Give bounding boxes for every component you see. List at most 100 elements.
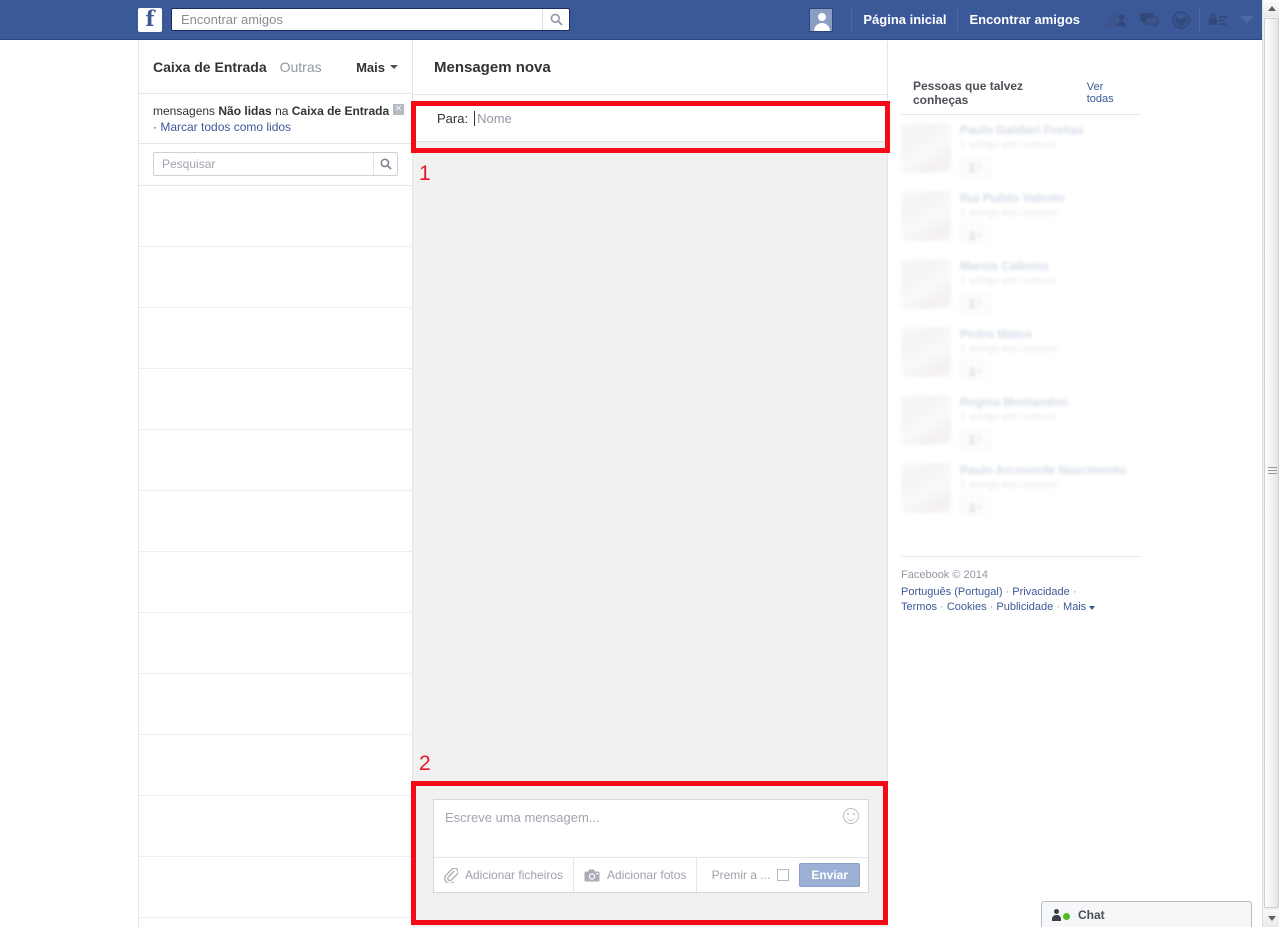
pymk-item[interactable]: Paulo Arcoverde Nascimento 1 amigo em com… xyxy=(901,455,1151,523)
pymk-item[interactable]: Pedro Matos 1 amigo em comum xyxy=(901,319,1151,387)
search-icon[interactable] xyxy=(542,9,569,30)
add-friend-button[interactable] xyxy=(960,157,990,177)
press-enter-to-send[interactable]: Premir a ... Enviar xyxy=(702,858,868,892)
message-composer[interactable]: Escreve uma mensagem... Adicionar fichei… xyxy=(433,799,869,893)
scroll-up-arrow-icon[interactable] xyxy=(1263,0,1279,17)
inbox-tabs: Caixa de Entrada Outras Mais xyxy=(139,41,412,94)
thread-list-item[interactable] xyxy=(139,247,412,308)
global-search[interactable] xyxy=(171,8,570,31)
message-input-placeholder: Escreve uma mensagem... xyxy=(445,810,600,825)
avatar xyxy=(809,7,834,32)
add-friend-icon xyxy=(968,366,982,376)
privacy-shortcuts-icon[interactable] xyxy=(1202,7,1234,33)
compose-header: Mensagem nova xyxy=(413,41,887,95)
thread-list-item[interactable] xyxy=(139,369,412,430)
pymk-item[interactable]: Marcia Caliento 1 amigo em comum xyxy=(901,251,1151,319)
thread-list[interactable] xyxy=(139,186,412,918)
footer-link-more[interactable]: Mais xyxy=(1063,601,1086,613)
footer-link-privacy[interactable]: Privacidade xyxy=(1012,586,1069,598)
window-scrollbar[interactable] xyxy=(1262,0,1279,927)
facebook-logo[interactable]: f xyxy=(138,7,162,32)
recipient-row[interactable]: Para: Nome xyxy=(413,95,887,142)
add-friend-button[interactable] xyxy=(960,293,990,313)
thread-list-item[interactable] xyxy=(139,430,412,491)
add-friend-button[interactable] xyxy=(960,429,990,449)
notifications-globe-icon[interactable] xyxy=(1165,7,1197,33)
thread-list-item[interactable] xyxy=(139,674,412,735)
smiley-icon[interactable] xyxy=(843,808,859,824)
banner-prefix: mensagens xyxy=(153,104,219,118)
footer-link-cookies[interactable]: Cookies xyxy=(947,601,987,613)
paperclip-icon xyxy=(444,867,458,883)
annotation-marker-2: 2 xyxy=(419,752,431,775)
thread-list-item[interactable] xyxy=(139,552,412,613)
scroll-down-arrow-icon[interactable] xyxy=(1263,910,1279,927)
scrollbar-thumb[interactable] xyxy=(1264,18,1279,908)
right-sidebar: Pessoas que talvez conheças Ver todas Pa… xyxy=(889,41,1262,927)
thread-list-item[interactable] xyxy=(139,308,412,369)
pymk-meta: Paulo Galdieri Freitas 1 amigo em comum xyxy=(960,123,1083,177)
pymk-meta: Rui Pulido Valente 1 amigo em comum xyxy=(960,191,1065,245)
pymk-name[interactable]: Pedro Matos xyxy=(960,327,1057,342)
chat-bar[interactable]: Chat xyxy=(1041,901,1252,927)
thread-list-item[interactable] xyxy=(139,491,412,552)
camera-icon xyxy=(584,869,600,882)
pymk-name[interactable]: Regina Montandon xyxy=(960,395,1068,410)
add-friend-icon xyxy=(968,298,982,308)
thread-list-item[interactable] xyxy=(139,796,412,857)
pymk-mutual-friends: 1 amigo em comum xyxy=(960,343,1057,355)
add-files-button[interactable]: Adicionar ficheiros xyxy=(434,858,575,892)
account-menu-caret-icon[interactable] xyxy=(1240,16,1254,23)
friend-requests-icon[interactable] xyxy=(1101,7,1133,33)
send-button[interactable]: Enviar xyxy=(799,863,860,887)
search-icon[interactable] xyxy=(373,153,397,175)
site-footer: Facebook © 2014 Português (Portugal) · P… xyxy=(901,556,1141,615)
avatar xyxy=(901,327,951,377)
messages-search[interactable] xyxy=(153,152,398,176)
thread-list-item[interactable] xyxy=(139,186,412,247)
pymk-name[interactable]: Paulo Arcoverde Nascimento xyxy=(960,463,1126,478)
thread-list-item[interactable] xyxy=(139,857,412,918)
press-enter-checkbox[interactable] xyxy=(777,869,790,881)
footer-link-terms[interactable]: Termos xyxy=(901,601,937,613)
pymk-name[interactable]: Paulo Galdieri Freitas xyxy=(960,123,1083,138)
search-input[interactable] xyxy=(179,10,539,29)
footer-link-language[interactable]: Português (Portugal) xyxy=(901,586,1003,598)
add-friend-button[interactable] xyxy=(960,361,990,381)
messages-sidebar: Caixa de Entrada Outras Mais mensagens N… xyxy=(138,41,413,927)
pymk-meta: Paulo Arcoverde Nascimento 1 amigo em com… xyxy=(960,463,1126,517)
pymk-item[interactable]: Regina Montandon 1 amigo em comum xyxy=(901,387,1151,455)
divider xyxy=(1199,8,1200,31)
tab-other[interactable]: Outras xyxy=(280,59,322,75)
add-photos-label: Adicionar fotos xyxy=(607,868,687,882)
add-photos-button[interactable]: Adicionar fotos xyxy=(574,858,698,892)
add-friend-button[interactable] xyxy=(960,497,990,517)
pymk-item[interactable]: Rui Pulido Valente 1 amigo em comum xyxy=(901,183,1151,251)
tab-inbox[interactable]: Caixa de Entrada xyxy=(153,59,267,75)
divider xyxy=(957,8,959,31)
chevron-down-icon xyxy=(1089,606,1096,610)
thread-list-item[interactable] xyxy=(139,613,412,674)
annotation-marker-1: 1 xyxy=(419,162,431,185)
footer-link-ads[interactable]: Publicidade xyxy=(996,601,1053,613)
account-avatar-and-name[interactable] xyxy=(809,7,849,32)
tab-more[interactable]: Mais xyxy=(356,60,398,75)
nav-link-find-friends[interactable]: Encontrar amigos xyxy=(960,0,1089,39)
recipient-input[interactable]: Nome xyxy=(474,110,512,126)
nav-link-home[interactable]: Página inicial xyxy=(854,0,955,39)
mark-all-read-link[interactable]: Marcar todos como lidos xyxy=(160,120,291,134)
messages-search-row xyxy=(139,144,412,186)
pymk-name[interactable]: Rui Pulido Valente xyxy=(960,191,1065,206)
thread-list-item[interactable] xyxy=(139,735,412,796)
banner-bold-inbox: Caixa de Entrada xyxy=(291,104,390,118)
pymk-item[interactable]: Paulo Galdieri Freitas 1 amigo em comum xyxy=(901,115,1151,183)
pymk-see-all-link[interactable]: Ver todas xyxy=(1087,81,1131,105)
close-icon[interactable]: × xyxy=(393,104,404,115)
pymk-name[interactable]: Marcia Caliento xyxy=(960,259,1057,274)
messages-search-input[interactable] xyxy=(160,154,360,174)
message-input[interactable]: Escreve uma mensagem... xyxy=(434,800,868,857)
add-friend-button[interactable] xyxy=(960,225,990,245)
messages-icon[interactable] xyxy=(1133,7,1165,33)
avatar xyxy=(901,259,951,309)
copyright: Facebook © 2014 xyxy=(901,569,988,581)
